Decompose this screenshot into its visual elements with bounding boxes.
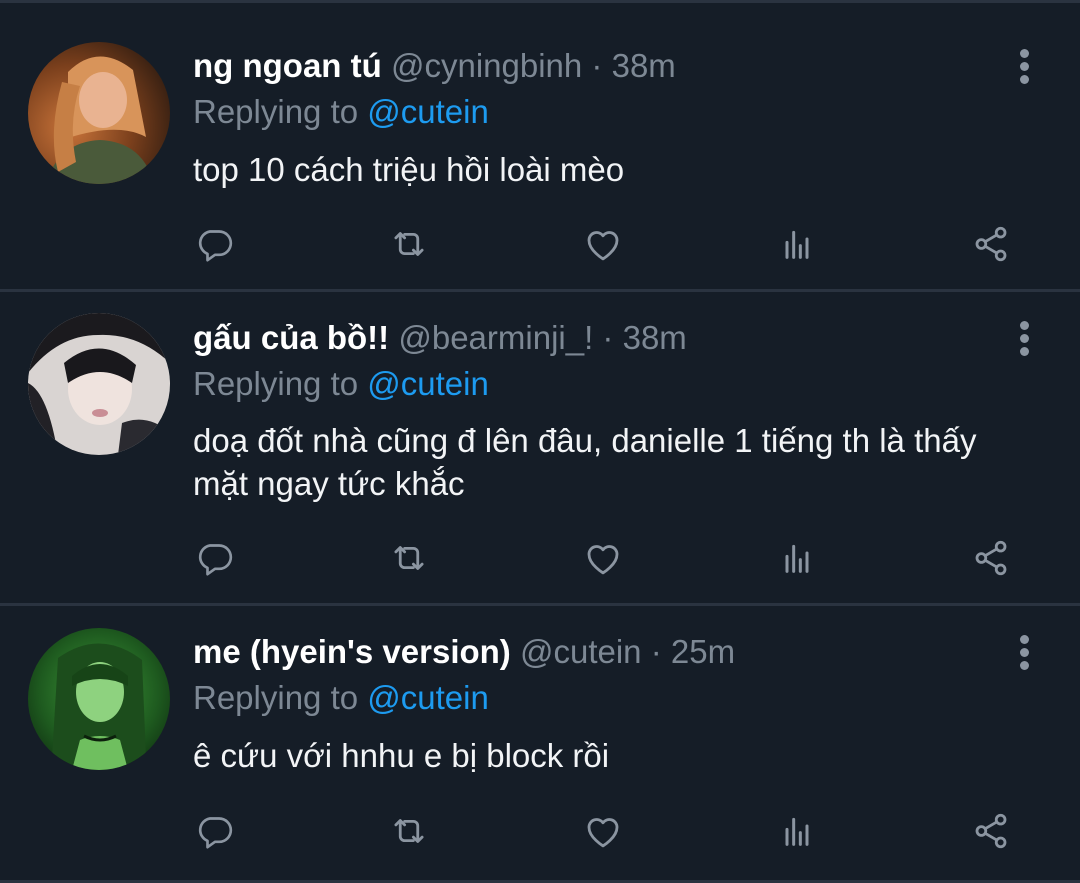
like-button[interactable] xyxy=(577,532,629,584)
tweet-actions xyxy=(0,218,1080,270)
replying-to-label: Replying to xyxy=(193,365,359,402)
like-button[interactable] xyxy=(577,805,629,857)
tweet-text: top 10 cách triệu hồi loài mèo xyxy=(193,151,625,188)
replying-to-line: Replying to @cutein xyxy=(193,90,489,134)
retweet-icon xyxy=(394,232,424,256)
like-icon xyxy=(587,545,619,575)
share-icon xyxy=(975,540,1007,576)
tweet-text: doạ đốt nhà cũng đ lên đâu, danielle 1 t… xyxy=(193,422,977,502)
tweet-header: ng ngoan tú @cyningbinh · 38m xyxy=(193,43,970,89)
timestamp[interactable]: 38m xyxy=(612,47,676,84)
user-handle[interactable]: @cutein xyxy=(520,633,642,670)
retweet-button[interactable] xyxy=(383,532,435,584)
separator-dot: · xyxy=(650,633,662,670)
tweet[interactable]: ng ngoan tú @cyningbinh · 38m Replying t… xyxy=(0,0,1080,290)
avatar[interactable] xyxy=(28,313,170,455)
analytics-button[interactable] xyxy=(771,805,823,857)
analytics-button[interactable] xyxy=(771,218,823,270)
user-handle[interactable]: @cyningbinh xyxy=(391,47,582,84)
avatar[interactable] xyxy=(28,628,170,770)
share-icon xyxy=(975,226,1007,262)
tweet-actions xyxy=(0,532,1080,584)
share-button[interactable] xyxy=(965,218,1017,270)
reply-button[interactable] xyxy=(189,805,241,857)
analytics-button[interactable] xyxy=(771,532,823,584)
separator-dot: · xyxy=(602,319,614,356)
display-name[interactable]: gấu của bồ!! xyxy=(193,319,389,356)
tweet-header: me (hyein's version) @cutein · 25m xyxy=(193,629,970,675)
retweet-icon xyxy=(394,546,424,570)
mention-link[interactable]: @cutein xyxy=(367,365,489,402)
tweet-text: ê cứu với hnhu e bị block rồi xyxy=(193,737,610,774)
analytics-icon xyxy=(785,817,809,846)
more-options-icon[interactable] xyxy=(1012,315,1036,361)
reply-icon xyxy=(198,230,233,262)
reply-icon xyxy=(198,544,233,576)
analytics-icon xyxy=(785,544,809,573)
timestamp[interactable]: 38m xyxy=(623,319,687,356)
retweet-icon xyxy=(394,819,424,843)
reply-button[interactable] xyxy=(189,218,241,270)
replying-to-line: Replying to @cutein xyxy=(193,362,489,406)
timestamp[interactable]: 25m xyxy=(671,633,735,670)
display-name[interactable]: ng ngoan tú xyxy=(193,47,382,84)
user-handle[interactable]: @bearminji_! xyxy=(398,319,593,356)
separator-dot: · xyxy=(591,47,603,84)
retweet-button[interactable] xyxy=(383,218,435,270)
display-name[interactable]: me (hyein's version) xyxy=(193,633,511,670)
retweet-button[interactable] xyxy=(383,805,435,857)
tweet-actions xyxy=(0,805,1080,857)
share-button[interactable] xyxy=(965,532,1017,584)
replying-to-label: Replying to xyxy=(193,93,359,130)
like-icon xyxy=(587,818,619,848)
like-icon xyxy=(587,231,619,261)
more-options-icon[interactable] xyxy=(1012,43,1036,89)
tweet[interactable]: gấu của bồ!! @bearminji_! · 38m Replying… xyxy=(0,290,1080,604)
analytics-icon xyxy=(785,230,809,259)
mention-link[interactable]: @cutein xyxy=(367,679,489,716)
tweet[interactable]: me (hyein's version) @cutein · 25m Reply… xyxy=(0,604,1080,883)
more-options-icon[interactable] xyxy=(1012,629,1036,675)
avatar[interactable] xyxy=(28,42,170,184)
share-button[interactable] xyxy=(965,805,1017,857)
tweet-header: gấu của bồ!! @bearminji_! · 38m xyxy=(193,315,970,361)
like-button[interactable] xyxy=(577,218,629,270)
reply-icon xyxy=(198,817,233,849)
reply-button[interactable] xyxy=(189,532,241,584)
replying-to-label: Replying to xyxy=(193,679,359,716)
reply-feed: ng ngoan tú @cyningbinh · 38m Replying t… xyxy=(0,0,1080,883)
share-icon xyxy=(975,813,1007,849)
replying-to-line: Replying to @cutein xyxy=(193,676,489,720)
mention-link[interactable]: @cutein xyxy=(367,93,489,130)
